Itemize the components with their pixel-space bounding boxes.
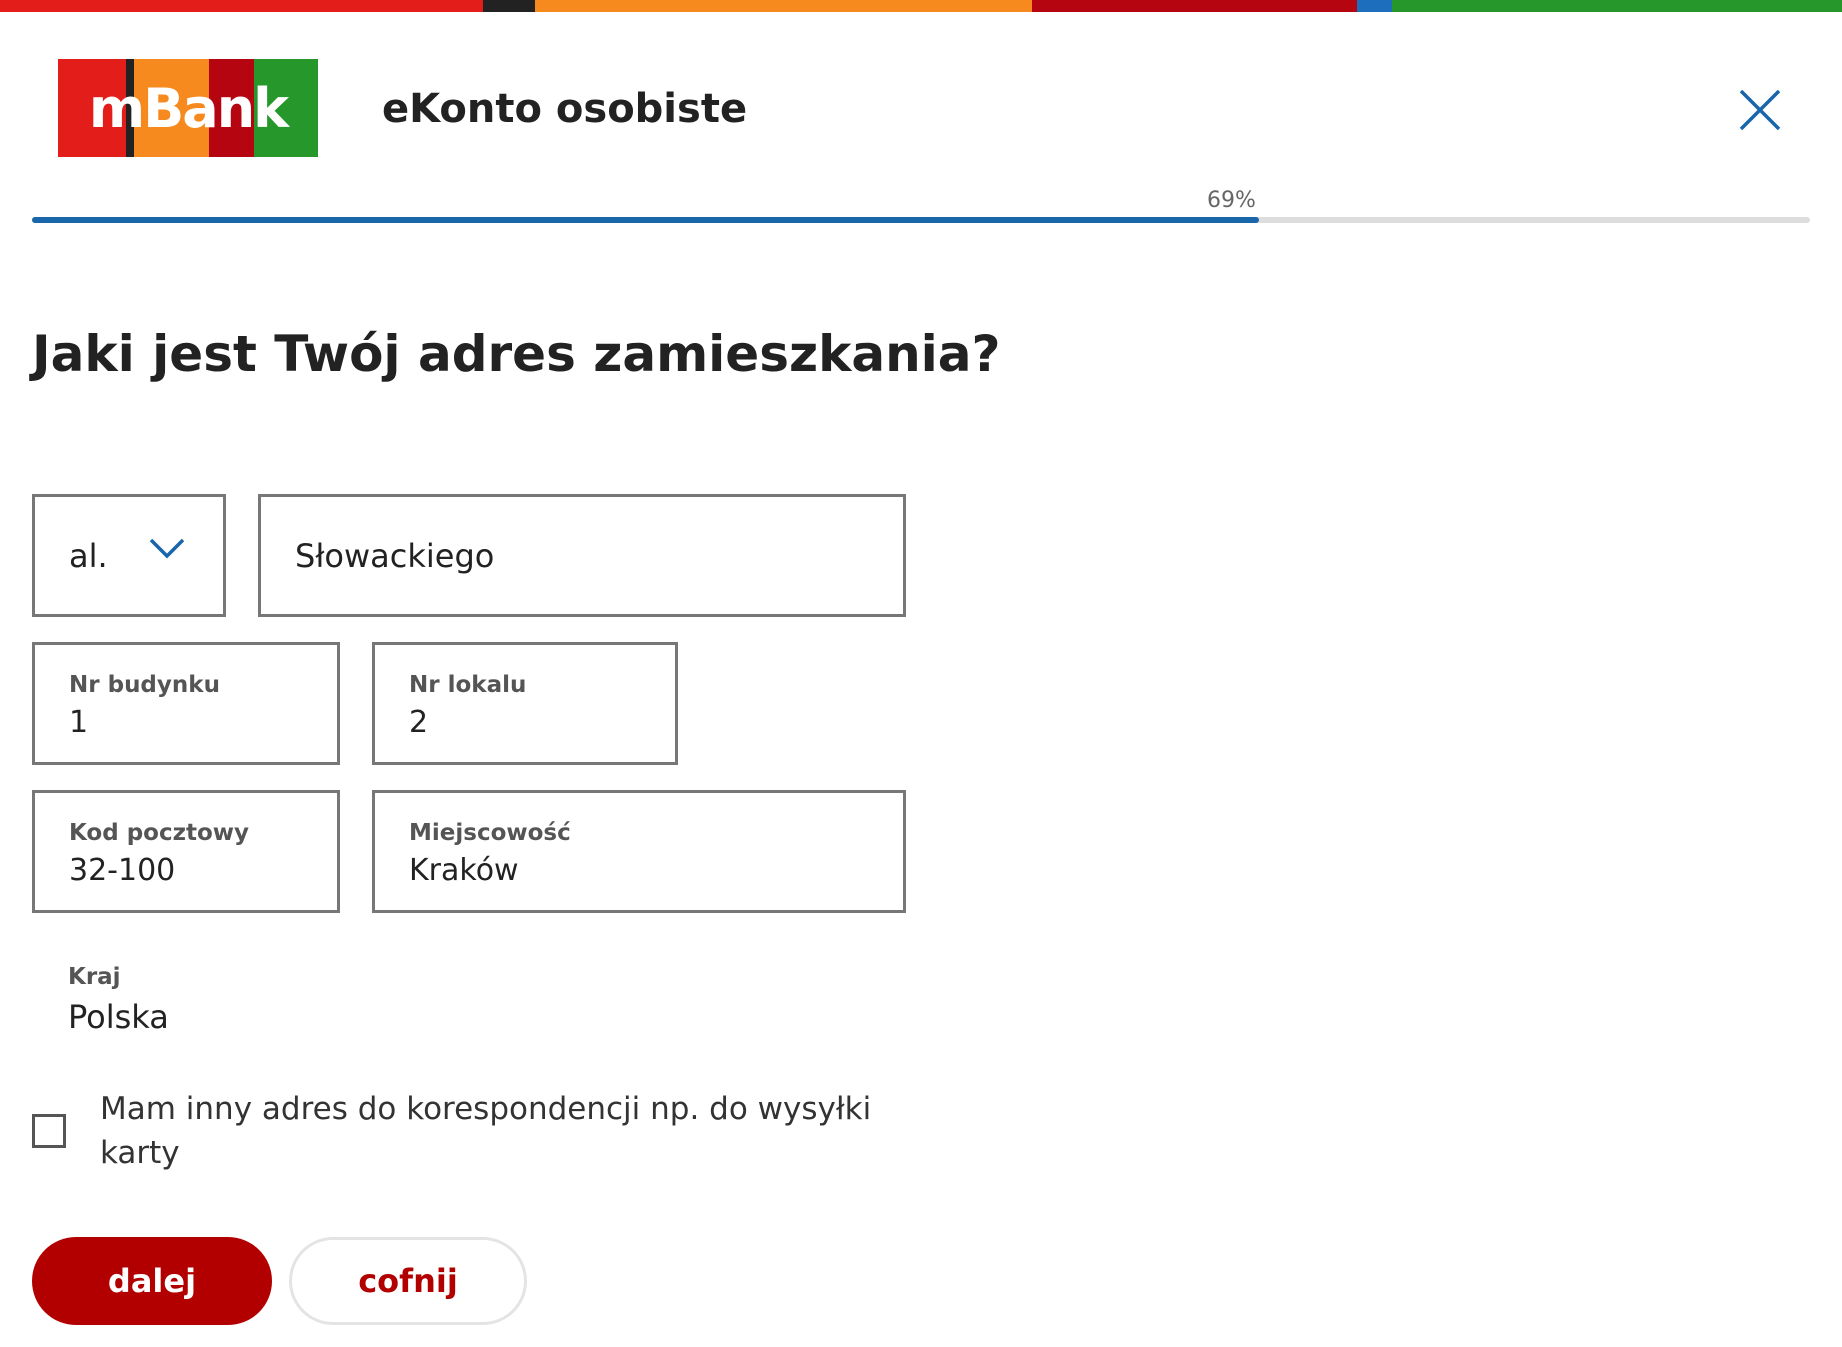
street-name-value: Słowackiego: [295, 536, 495, 575]
city-value: Kraków: [409, 853, 519, 888]
stripe-segment-green: [1392, 0, 1842, 12]
mbank-logo: mBank: [58, 59, 318, 157]
apartment-number-label: Nr lokalu: [409, 672, 527, 698]
progress-percent: 69%: [1207, 188, 1256, 213]
apartment-number-input[interactable]: Nr lokalu 2: [372, 642, 678, 765]
progress-bar-fill: [32, 217, 1259, 223]
product-title: eKonto osobiste: [382, 86, 748, 132]
street-name-input[interactable]: Słowackiego: [258, 494, 906, 617]
page-title: Jaki jest Twój adres zamieszkania?: [32, 325, 1001, 383]
street-type-select[interactable]: al.: [32, 494, 226, 617]
top-color-stripe: [0, 0, 1842, 12]
postal-code-value: 32-100: [69, 853, 176, 888]
city-label: Miejscowość: [409, 820, 571, 846]
correspondence-address-label[interactable]: Mam inny adres do korespondencji np. do …: [100, 1087, 920, 1175]
stripe-segment-blue: [1357, 0, 1392, 12]
building-number-input[interactable]: Nr budynku 1: [32, 642, 340, 765]
city-input[interactable]: Miejscowość Kraków: [372, 790, 906, 913]
street-type-value: al.: [69, 536, 108, 575]
chevron-down-icon: [149, 538, 185, 559]
apartment-number-value: 2: [409, 705, 429, 740]
close-button[interactable]: [1738, 88, 1782, 132]
progress-bar: [32, 217, 1810, 223]
stripe-segment-red: [0, 0, 483, 12]
next-button[interactable]: dalej: [32, 1237, 272, 1325]
building-number-label: Nr budynku: [69, 672, 220, 698]
postal-code-label: Kod pocztowy: [69, 820, 250, 846]
stripe-segment-darkred: [1032, 0, 1357, 12]
logo-text: mBank: [88, 76, 289, 140]
back-button[interactable]: cofnij: [289, 1237, 527, 1325]
stripe-segment-orange: [535, 0, 1032, 12]
country-value: Polska: [68, 998, 169, 1036]
stripe-segment-black: [483, 0, 535, 12]
postal-code-input[interactable]: Kod pocztowy 32-100: [32, 790, 340, 913]
country-label: Kraj: [68, 964, 121, 990]
correspondence-address-checkbox[interactable]: [32, 1114, 66, 1148]
close-icon: [1739, 89, 1781, 131]
building-number-value: 1: [69, 705, 89, 740]
